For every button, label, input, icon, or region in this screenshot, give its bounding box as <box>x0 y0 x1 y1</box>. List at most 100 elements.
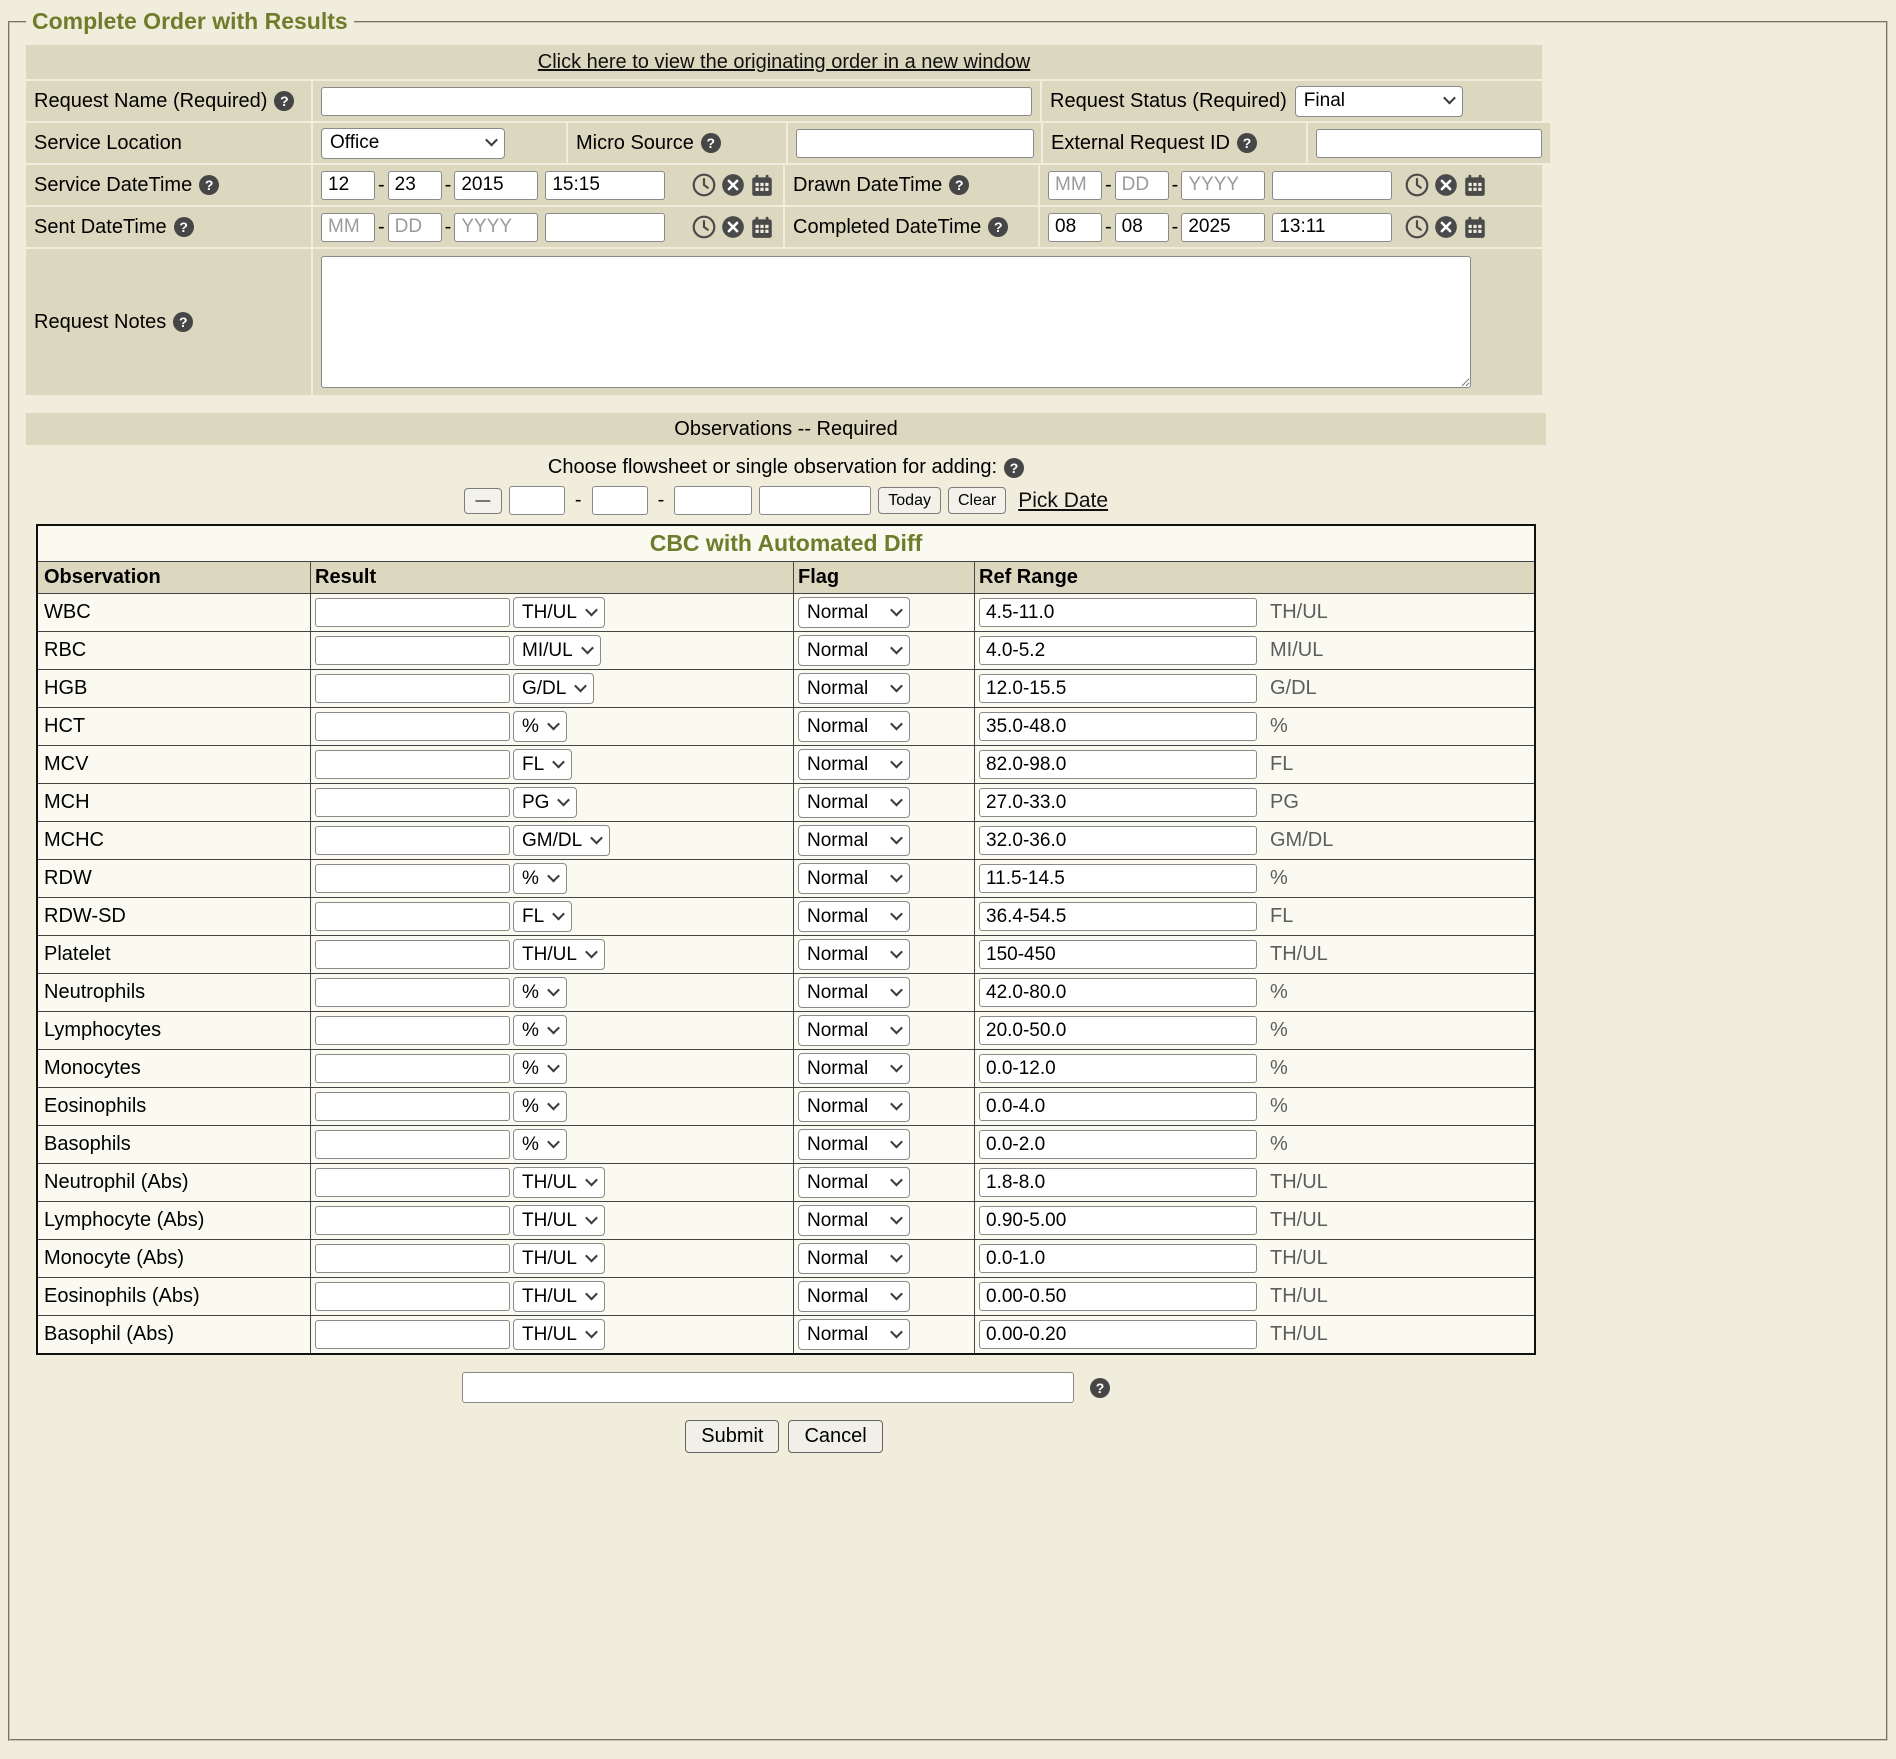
request-status-select[interactable]: Final <box>1295 86 1463 117</box>
help-icon[interactable]: ? <box>174 217 194 237</box>
result-unit-select[interactable]: % <box>513 1015 567 1046</box>
request-name-input[interactable] <box>321 87 1032 116</box>
flag-select[interactable]: Normal <box>798 1129 910 1160</box>
help-icon[interactable]: ? <box>274 91 294 111</box>
calendar-icon[interactable] <box>749 172 775 198</box>
drawn-month-input[interactable] <box>1048 171 1102 200</box>
ref-range-input[interactable] <box>979 1206 1257 1235</box>
result-unit-select[interactable]: TH/UL <box>513 1319 605 1350</box>
result-unit-select[interactable]: TH/UL <box>513 1167 605 1198</box>
flag-select[interactable]: Normal <box>798 863 910 894</box>
ref-range-input[interactable] <box>979 1168 1257 1197</box>
result-unit-select[interactable]: TH/UL <box>513 597 605 628</box>
flag-select[interactable]: Normal <box>798 711 910 742</box>
clear-datetime-icon[interactable] <box>1433 214 1459 240</box>
ref-range-input[interactable] <box>979 864 1257 893</box>
sent-year-input[interactable] <box>454 213 538 242</box>
result-unit-select[interactable]: G/DL <box>513 673 594 704</box>
result-input[interactable] <box>315 826 510 855</box>
clock-icon[interactable] <box>1404 172 1430 198</box>
micro-source-input[interactable] <box>796 129 1034 158</box>
result-input[interactable] <box>315 1282 510 1311</box>
ref-range-input[interactable] <box>979 1320 1257 1349</box>
ref-range-input[interactable] <box>979 978 1257 1007</box>
flag-select[interactable]: Normal <box>798 977 910 1008</box>
result-unit-select[interactable]: FL <box>513 749 572 780</box>
help-icon[interactable]: ? <box>701 133 721 153</box>
result-input[interactable] <box>315 1320 510 1349</box>
result-unit-select[interactable]: % <box>513 711 567 742</box>
result-input[interactable] <box>315 902 510 931</box>
calendar-icon[interactable] <box>1462 172 1488 198</box>
clear-datetime-icon[interactable] <box>720 214 746 240</box>
flag-select[interactable]: Normal <box>798 1243 910 1274</box>
result-unit-select[interactable]: GM/DL <box>513 825 610 856</box>
result-input[interactable] <box>315 1168 510 1197</box>
drawn-day-input[interactable] <box>1115 171 1169 200</box>
result-input[interactable] <box>315 674 510 703</box>
ref-range-input[interactable] <box>979 1054 1257 1083</box>
result-input[interactable] <box>315 788 510 817</box>
ref-range-input[interactable] <box>979 636 1257 665</box>
ref-range-input[interactable] <box>979 1092 1257 1121</box>
result-unit-select[interactable]: % <box>513 863 567 894</box>
ref-range-input[interactable] <box>979 1282 1257 1311</box>
clock-icon[interactable] <box>691 214 717 240</box>
external-request-id-input[interactable] <box>1316 129 1542 158</box>
result-input[interactable] <box>315 636 510 665</box>
flag-select[interactable]: Normal <box>798 787 910 818</box>
ref-range-input[interactable] <box>979 940 1257 969</box>
clear-datetime-icon[interactable] <box>720 172 746 198</box>
result-unit-select[interactable]: PG <box>513 787 577 818</box>
cancel-button[interactable]: Cancel <box>788 1420 882 1453</box>
clear-datetime-icon[interactable] <box>1433 172 1459 198</box>
help-icon[interactable]: ? <box>199 175 219 195</box>
help-icon[interactable]: ? <box>949 175 969 195</box>
ref-range-input[interactable] <box>979 826 1257 855</box>
clear-button[interactable]: Clear <box>948 487 1006 514</box>
service-month-input[interactable] <box>321 171 375 200</box>
today-button[interactable]: Today <box>878 487 941 514</box>
completed-time-input[interactable] <box>1272 213 1392 242</box>
flag-select[interactable]: Normal <box>798 1205 910 1236</box>
flowsheet-select-button[interactable]: — <box>464 488 502 514</box>
help-icon[interactable]: ? <box>1237 133 1257 153</box>
service-day-input[interactable] <box>388 171 442 200</box>
result-input[interactable] <box>315 1244 510 1273</box>
ref-range-input[interactable] <box>979 674 1257 703</box>
flag-select[interactable]: Normal <box>798 1167 910 1198</box>
help-icon[interactable]: ? <box>1090 1378 1110 1398</box>
clock-icon[interactable] <box>1404 214 1430 240</box>
flag-select[interactable]: Normal <box>798 825 910 856</box>
result-unit-select[interactable]: TH/UL <box>513 1205 605 1236</box>
clock-icon[interactable] <box>691 172 717 198</box>
sent-time-input[interactable] <box>545 213 665 242</box>
result-unit-select[interactable]: % <box>513 1053 567 1084</box>
flag-select[interactable]: Normal <box>798 597 910 628</box>
drawn-year-input[interactable] <box>1181 171 1265 200</box>
help-icon[interactable]: ? <box>1004 458 1024 478</box>
ref-range-input[interactable] <box>979 788 1257 817</box>
ref-range-input[interactable] <box>979 712 1257 741</box>
result-unit-select[interactable]: FL <box>513 901 572 932</box>
result-input[interactable] <box>315 978 510 1007</box>
obs-date-time-input[interactable] <box>759 486 871 515</box>
ref-range-input[interactable] <box>979 1016 1257 1045</box>
result-input[interactable] <box>315 1092 510 1121</box>
service-time-input[interactable] <box>545 171 665 200</box>
result-input[interactable] <box>315 1130 510 1159</box>
ref-range-input[interactable] <box>979 1130 1257 1159</box>
result-input[interactable] <box>315 712 510 741</box>
drawn-time-input[interactable] <box>1272 171 1392 200</box>
help-icon[interactable]: ? <box>988 217 1008 237</box>
result-unit-select[interactable]: MI/UL <box>513 635 601 666</box>
flag-select[interactable]: Normal <box>798 1091 910 1122</box>
service-year-input[interactable] <box>454 171 538 200</box>
ref-range-input[interactable] <box>979 598 1257 627</box>
flag-select[interactable]: Normal <box>798 673 910 704</box>
ref-range-input[interactable] <box>979 750 1257 779</box>
result-unit-select[interactable]: % <box>513 977 567 1008</box>
result-unit-select[interactable]: TH/UL <box>513 939 605 970</box>
obs-date-day-input[interactable] <box>592 486 648 515</box>
result-input[interactable] <box>315 940 510 969</box>
